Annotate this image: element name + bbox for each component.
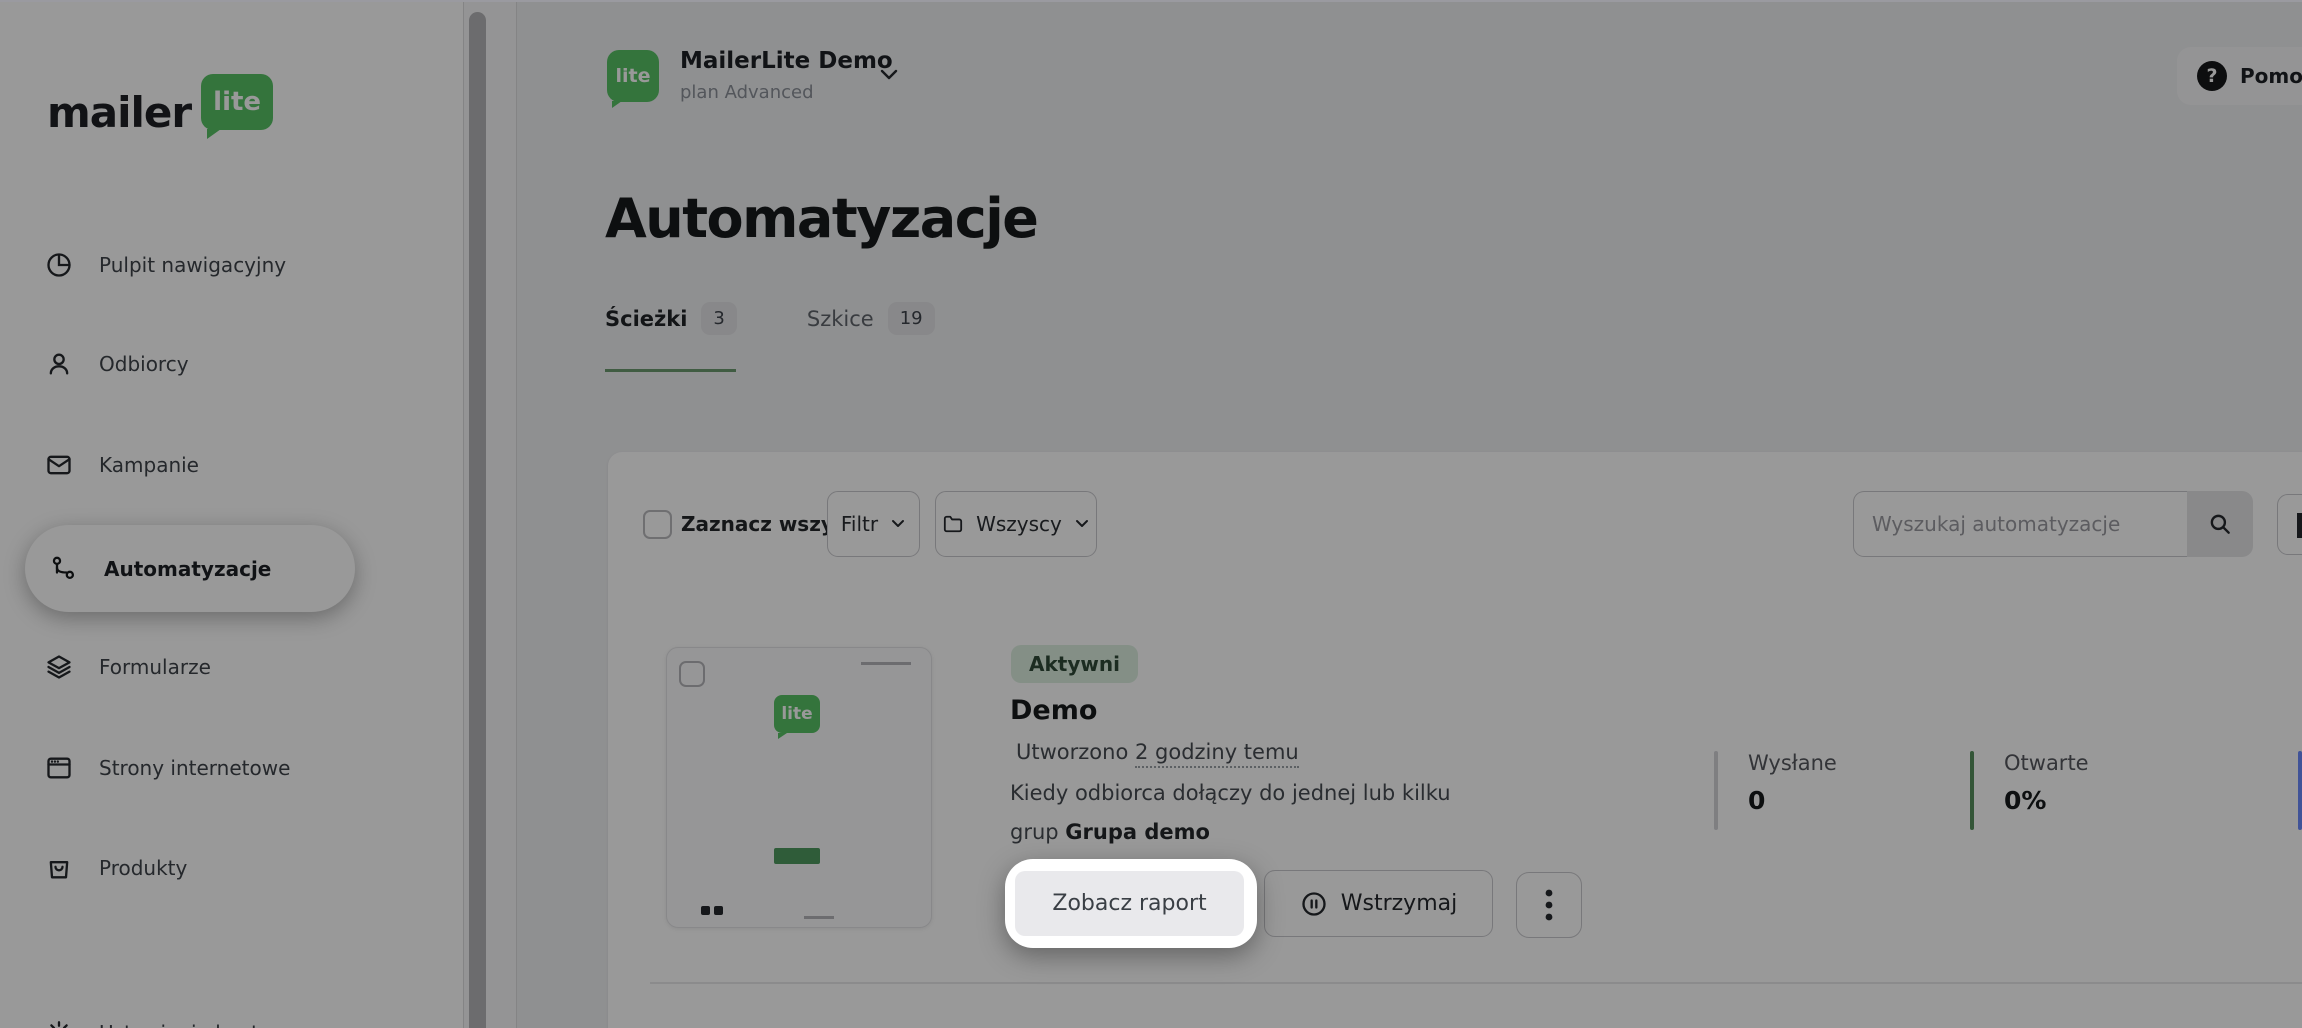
app-window: mailer lite Pulpit nawigacyjny Odbiorcy: [0, 0, 2302, 1028]
view-report-spotlight: Zobacz raport: [1005, 859, 1257, 948]
view-report-button[interactable]: Zobacz raport: [1015, 871, 1244, 936]
